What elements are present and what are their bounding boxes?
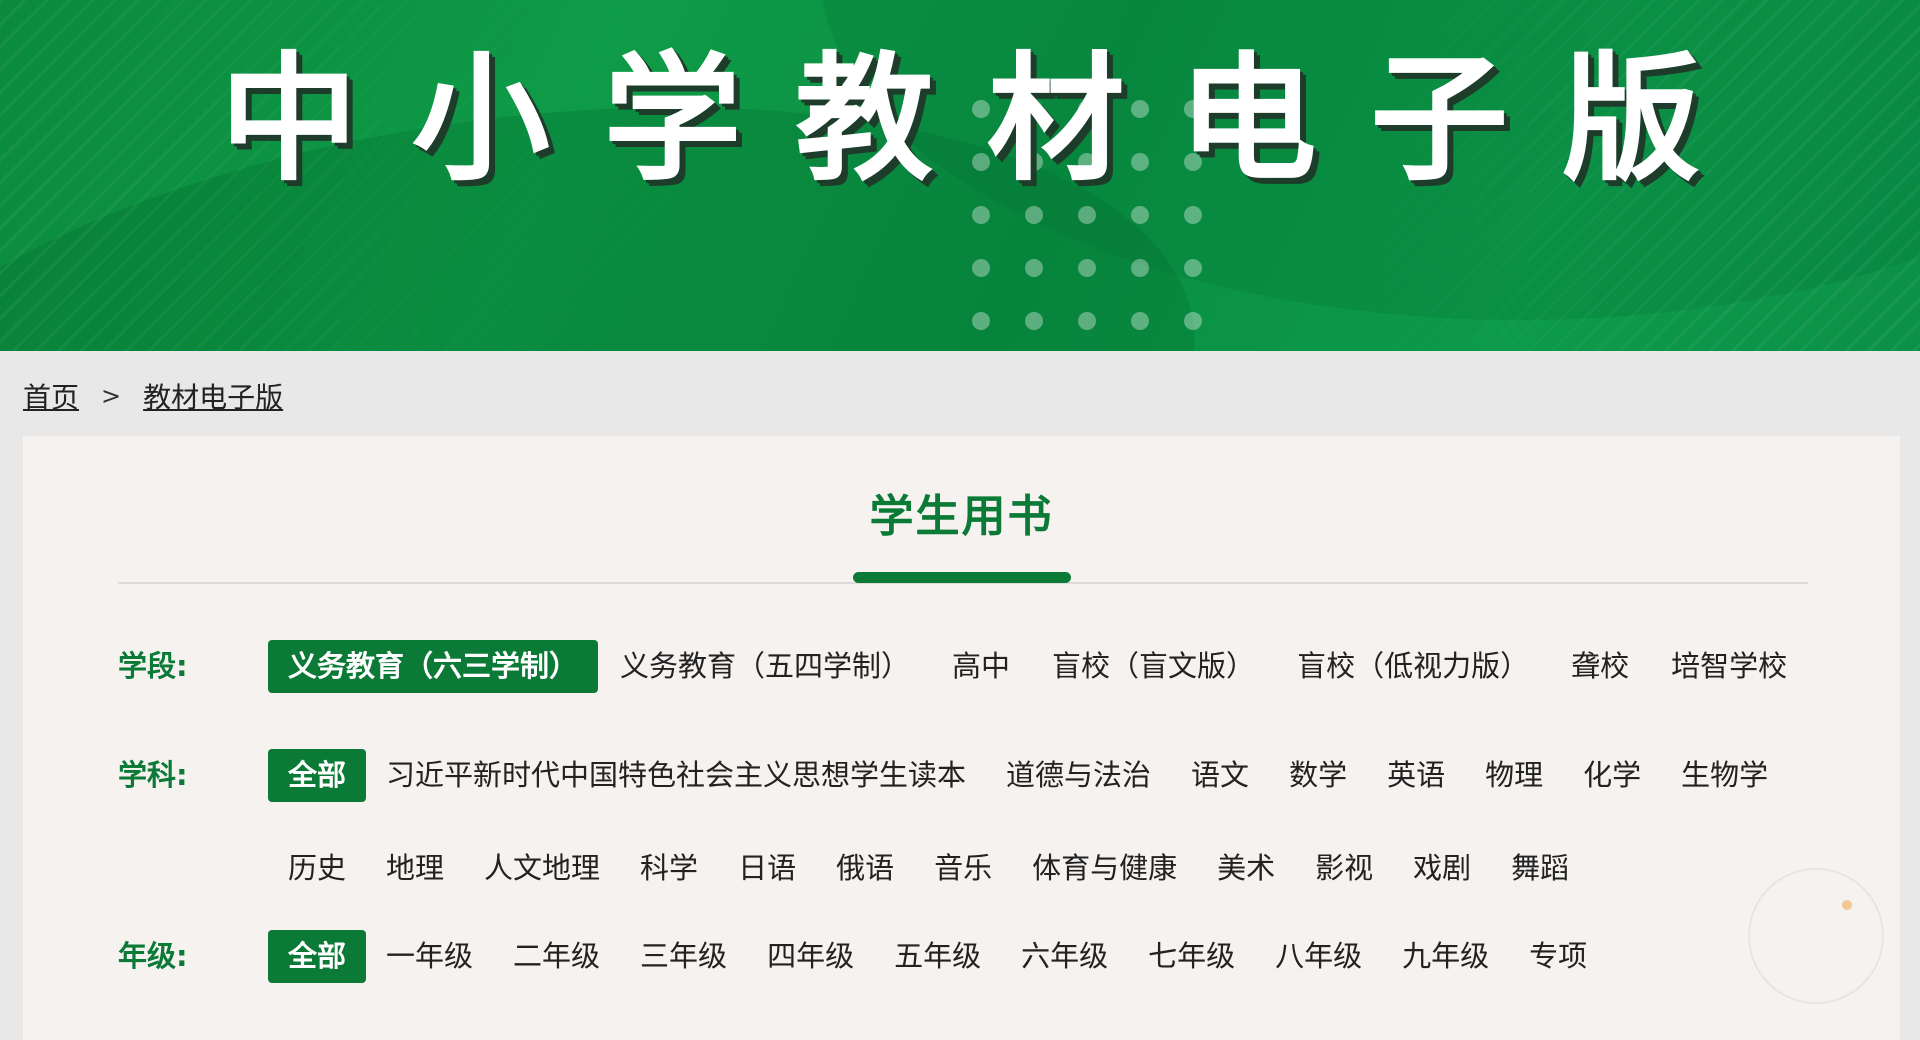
filter-option-subject[interactable]: 习近平新时代中国特色社会主义思想学生读本	[366, 749, 986, 802]
breadcrumb-separator: >	[101, 382, 122, 410]
filter-option-subject[interactable]: 美术	[1197, 842, 1295, 895]
banner-title-char: 材	[986, 37, 1125, 200]
filter-option-subject[interactable]: 舞蹈	[1491, 842, 1589, 895]
banner-dot	[1184, 259, 1202, 277]
section-title: 学生用书	[869, 491, 1054, 542]
filter-option-subject[interactable]: 英语	[1367, 749, 1465, 802]
filter-option-subject[interactable]: 化学	[1563, 749, 1661, 802]
filter-label-grade: 年级:	[118, 939, 188, 973]
filter-option-subject[interactable]: 戏剧	[1393, 842, 1491, 895]
banner-title-char: 教	[795, 37, 934, 200]
banner-dot	[1184, 206, 1202, 224]
section-divider-accent	[853, 572, 1071, 583]
breadcrumb-current-link[interactable]: 教材电子版	[143, 376, 283, 416]
filter-options-subject: 全部 习近平新时代中国特色社会主义思想学生读本 道德与法治 语文 数学 英语 物理 化学 生物学…	[268, 749, 1828, 895]
filter-option-subject[interactable]: 体育与健康	[1012, 842, 1197, 895]
banner-title-char: 学	[603, 37, 742, 200]
filter-option-grade[interactable]: 二年级	[493, 930, 620, 983]
filter-option-subject[interactable]: 俄语	[816, 842, 914, 895]
filter-option-subject[interactable]: 全部	[268, 749, 367, 802]
banner-title: 中小学教材电子版	[220, 32, 1700, 200]
filter-option-subject[interactable]: 地理	[366, 842, 464, 895]
filter-option-grade[interactable]: 九年级	[1382, 930, 1509, 983]
filter-option-grade[interactable]: 七年级	[1128, 930, 1255, 983]
banner-title-char: 小	[411, 37, 550, 200]
filter-option-grade[interactable]: 全部	[268, 930, 367, 983]
filter-option-stage[interactable]: 盲校（低视力版）	[1277, 640, 1549, 693]
banner-dot	[1131, 312, 1149, 330]
banner-dot	[1025, 312, 1043, 330]
filter-option-subject[interactable]: 道德与法治	[986, 749, 1171, 802]
banner-dot	[1078, 259, 1096, 277]
filter-option-stage[interactable]: 盲校（盲文版）	[1032, 640, 1275, 693]
banner-title-char: 版	[1561, 37, 1700, 200]
banner-title-char: 子	[1370, 37, 1509, 200]
banner-dot	[1131, 259, 1149, 277]
filter-option-subject[interactable]: 历史	[268, 842, 366, 895]
filter-option-grade[interactable]: 八年级	[1255, 930, 1382, 983]
filter-option-grade[interactable]: 专项	[1509, 930, 1607, 983]
banner-dot	[1131, 206, 1149, 224]
banner-dot	[1184, 312, 1202, 330]
filter-label-stage: 学段:	[118, 649, 188, 683]
filter-option-grade[interactable]: 五年级	[874, 930, 1001, 983]
filter-option-subject[interactable]: 数学	[1269, 749, 1367, 802]
filter-options-grade: 全部 一年级 二年级 三年级 四年级 五年级 六年级 七年级 八年级 九年级 专项	[268, 930, 1828, 983]
filter-option-grade[interactable]: 三年级	[620, 930, 747, 983]
banner-title-char: 中	[220, 37, 359, 200]
breadcrumb-home-link[interactable]: 首页	[23, 376, 79, 416]
filter-option-grade[interactable]: 一年级	[366, 930, 493, 983]
filter-option-subject[interactable]: 生物学	[1661, 749, 1788, 802]
banner-dot	[1078, 206, 1096, 224]
breadcrumb: 首页 > 教材电子版	[23, 378, 283, 414]
banner-title-char: 电	[1178, 37, 1317, 200]
filter-row-grade: 年级: 全部 一年级 二年级 三年级 四年级 五年级 六年级 七年级 八年级 九年级 专项	[118, 930, 1828, 983]
filter-option-subject[interactable]: 影视	[1295, 842, 1393, 895]
filter-option-subject[interactable]: 科学	[620, 842, 718, 895]
filter-options-stage: 义务教育（六三学制） 义务教育（五四学制） 高中 盲校（盲文版） 盲校（低视力版） 聋校培…	[268, 640, 1828, 693]
filter-label-subject: 学科:	[118, 758, 188, 792]
filter-option-grade[interactable]: 六年级	[1001, 930, 1128, 983]
filter-row-stage: 学段: 义务教育（六三学制） 义务教育（五四学制） 高中 盲校（盲文版） 盲校（低视力版…	[118, 640, 1828, 693]
banner-dot	[1078, 312, 1096, 330]
banner-dot	[972, 206, 990, 224]
banner-dot	[972, 259, 990, 277]
filter-option-subject[interactable]: 日语	[718, 842, 816, 895]
filter-option-subject[interactable]: 音乐	[914, 842, 1012, 895]
filter-option-stage[interactable]: 义务教育（六三学制）	[268, 640, 599, 693]
filter-option-stage[interactable]: 聋校	[1551, 640, 1649, 693]
filter-row-subject: 学科: 全部 习近平新时代中国特色社会主义思想学生读本 道德与法治 语文 数学 英语 物理化…	[118, 749, 1828, 895]
banner-dot	[1025, 206, 1043, 224]
watermark-logo	[1748, 868, 1884, 1004]
textbook-filter-panel: 学生用书 学段: 义务教育（六三学制） 义务教育（五四学制） 高中 盲校（盲文版） 盲校…	[23, 436, 1900, 1040]
filter-option-subject[interactable]: 人文地理	[464, 842, 620, 895]
header-banner: 中小学教材电子版	[0, 0, 1920, 351]
filter-option-stage[interactable]: 高中	[932, 640, 1030, 693]
filter-option-subject[interactable]: 物理	[1465, 749, 1563, 802]
filter-option-stage[interactable]: 义务教育（五四学制）	[600, 640, 930, 693]
banner-dot	[1025, 259, 1043, 277]
filter-option-subject[interactable]: 语文	[1171, 749, 1269, 802]
filter-option-grade[interactable]: 四年级	[747, 930, 874, 983]
filter-option-stage[interactable]: 培智学校	[1651, 640, 1807, 693]
banner-dot	[972, 312, 990, 330]
